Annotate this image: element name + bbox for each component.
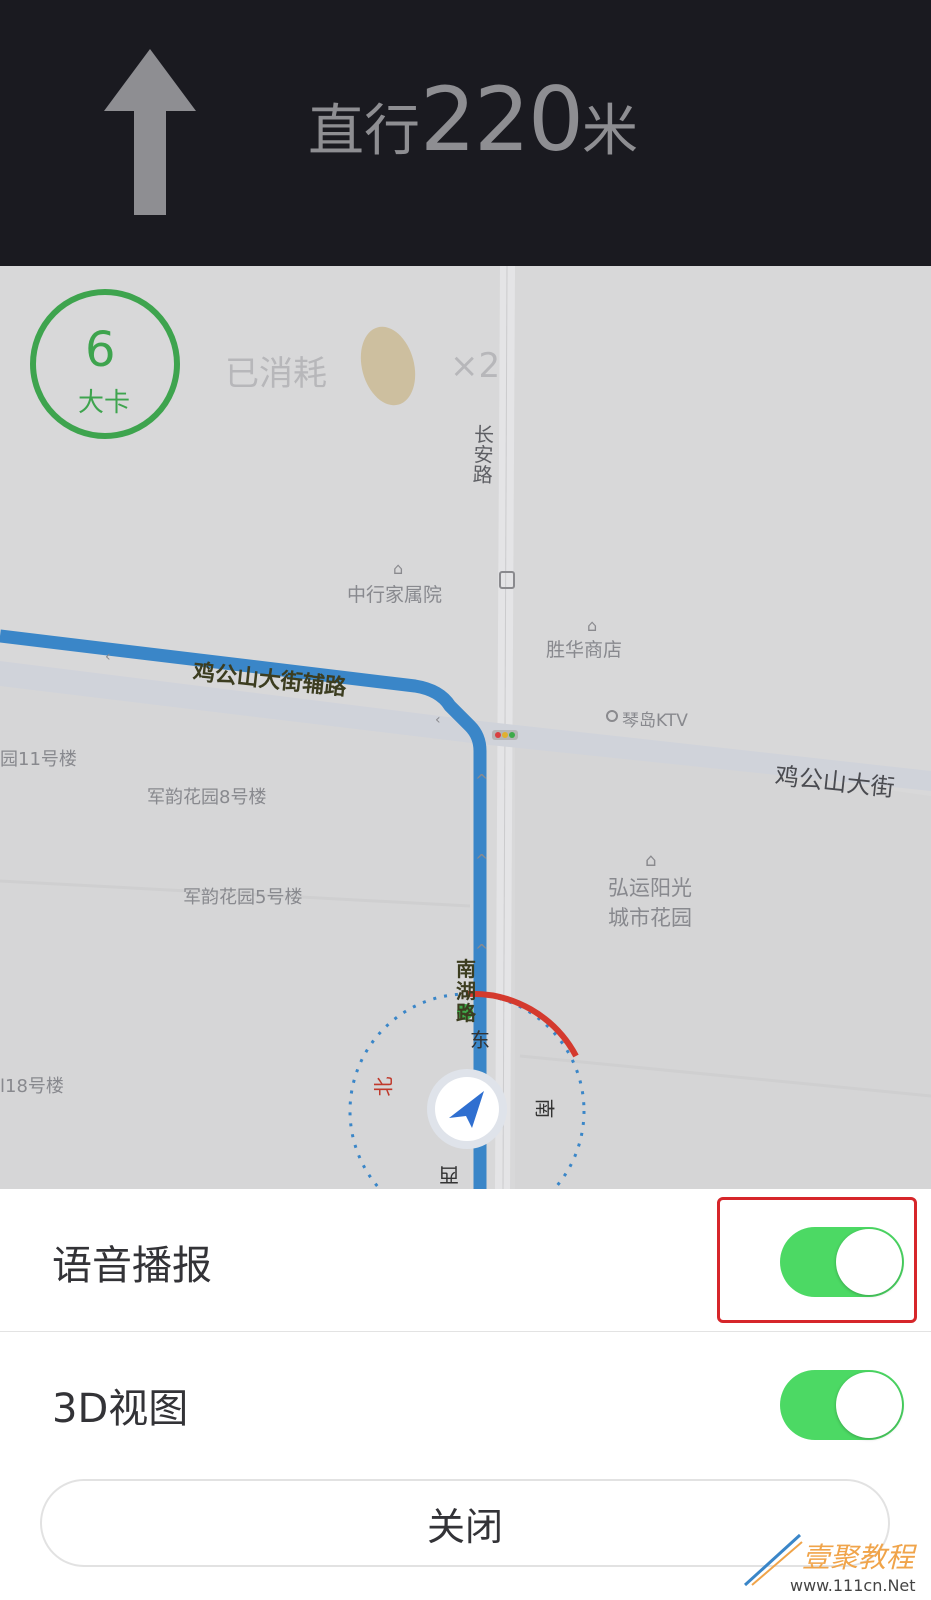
shop-icon: ⌂ xyxy=(587,616,597,635)
poi-label: l18号楼 xyxy=(0,1076,64,1097)
distance-unit: 米 xyxy=(581,99,638,164)
road-label-nanhu: 南湖路 xyxy=(456,957,476,1025)
svg-text:‹: ‹ xyxy=(105,649,111,665)
poi-label: 军韵花园5号楼 xyxy=(183,887,303,908)
navigation-instruction: 直行 220 米 xyxy=(308,68,638,178)
svg-text:^: ^ xyxy=(475,851,488,870)
map-view[interactable]: ‹ ‹ ^ ^ ^ ⌂ ⌂ ⌂ 6 大卡 已消耗 ×2 长安路 鸡公山大街辅路 … xyxy=(0,266,931,1189)
poi-label: 军韵花园8号楼 xyxy=(147,787,267,808)
poi-label: 琴岛KTV xyxy=(622,711,688,731)
watermark: 壹聚教程 www.111cn.Net xyxy=(740,1530,930,1600)
view-3d-label: 3D视图 xyxy=(52,1386,189,1432)
instruction-prefix: 直行 xyxy=(308,99,420,164)
poi-label: 胜华商店 xyxy=(546,639,623,661)
building-icon: ⌂ xyxy=(393,559,403,578)
building-icon: ⌂ xyxy=(645,850,656,871)
view-3d-row: 3D视图 xyxy=(0,1332,931,1474)
view-3d-toggle[interactable] xyxy=(780,1370,904,1440)
compass-west: 西 xyxy=(439,1163,459,1187)
toggle-knob xyxy=(836,1372,902,1438)
straight-arrow-icon xyxy=(104,49,196,215)
voice-broadcast-label: 语音播报 xyxy=(52,1243,212,1289)
consumed-label: 已消耗 xyxy=(225,354,327,394)
road-label-changan: 长安路 xyxy=(468,423,496,485)
highlight-box xyxy=(717,1197,917,1323)
watermark-brand: 壹聚教程 xyxy=(802,1541,915,1574)
compass-east: 东 xyxy=(470,1028,490,1052)
map-canvas[interactable]: ‹ ‹ ^ ^ ^ ⌂ ⌂ ⌂ xyxy=(0,266,931,1189)
calorie-unit: 大卡 xyxy=(78,388,131,418)
poi-label: 中行家属院 xyxy=(347,584,443,606)
compass-north: 北 xyxy=(371,1076,396,1097)
watermark-url: www.111cn.Net xyxy=(790,1576,916,1595)
poi-label: 弘运阳光 xyxy=(608,876,692,900)
calorie-value: 6 xyxy=(85,322,116,378)
poi-label: 园11号楼 xyxy=(0,749,77,770)
svg-text:‹: ‹ xyxy=(435,712,441,728)
voice-broadcast-row: 语音播报 xyxy=(0,1189,931,1332)
distance-value: 220 xyxy=(420,68,584,171)
svg-text:^: ^ xyxy=(475,771,488,790)
compass-south: 南 xyxy=(532,1098,557,1119)
calorie-multiplier: ×2 xyxy=(450,346,501,386)
navigation-header: 直行 220 米 xyxy=(0,0,931,266)
poi-label: 城市花园 xyxy=(608,906,692,930)
